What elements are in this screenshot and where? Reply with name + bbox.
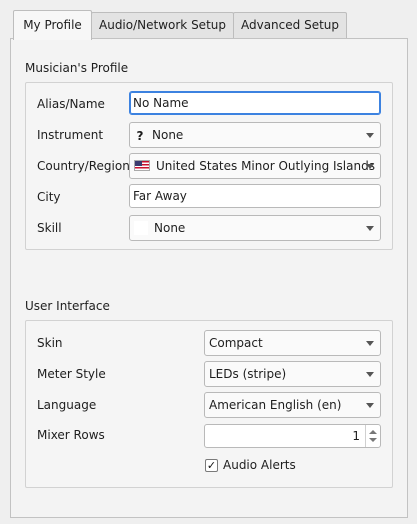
country-value: United States Minor Outlying Islands: [156, 159, 375, 173]
instrument-label: Instrument: [37, 128, 104, 142]
us-flag-icon: [134, 160, 150, 171]
chevron-down-icon: [366, 164, 374, 169]
language-label: Language: [37, 398, 97, 412]
instrument-value: None: [152, 128, 184, 142]
city-input-value: Far Away: [133, 189, 187, 203]
mixer-rows-value: 1: [352, 429, 360, 443]
meter-style-value: LEDs (stripe): [209, 367, 287, 381]
skill-color-icon: [134, 220, 148, 235]
checkmark-icon: ✓: [206, 459, 217, 472]
skill-label: Skill: [37, 221, 62, 235]
tab-bar: My Profile Audio/Network Setup Advanced …: [0, 0, 417, 40]
spin-down-icon[interactable]: [369, 438, 377, 442]
chevron-down-icon: [366, 133, 374, 138]
mixer-rows-spinbox[interactable]: 1: [204, 424, 381, 448]
mixer-rows-label: Mixer Rows: [37, 428, 105, 442]
city-input[interactable]: Far Away: [129, 184, 381, 208]
question-mark-icon: ?: [136, 128, 144, 143]
skill-value: None: [154, 221, 186, 235]
chevron-down-icon: [366, 226, 374, 231]
chevron-down-icon: [366, 403, 374, 408]
alias-input-value: No Name: [133, 96, 189, 110]
tab-advanced-setup[interactable]: Advanced Setup: [233, 12, 347, 38]
alias-input[interactable]: No Name: [129, 91, 381, 115]
chevron-down-icon: [366, 341, 374, 346]
musicians-profile-title: Musician's Profile: [25, 61, 129, 75]
spin-up-icon[interactable]: [369, 430, 377, 434]
tab-my-profile-label: My Profile: [23, 18, 82, 32]
country-dropdown[interactable]: United States Minor Outlying Islands: [129, 153, 381, 179]
tab-panel: Musician's Profile Alias/Name No Name In…: [10, 38, 408, 518]
tab-advanced-setup-label: Advanced Setup: [240, 18, 339, 32]
chevron-down-icon: [366, 372, 374, 377]
spin-buttons[interactable]: [365, 425, 380, 447]
language-value: American English (en): [209, 398, 342, 412]
skin-dropdown[interactable]: Compact: [204, 330, 381, 356]
skin-value: Compact: [209, 336, 263, 350]
skill-dropdown[interactable]: None: [129, 215, 381, 241]
city-label: City: [37, 190, 61, 204]
language-dropdown[interactable]: American English (en): [204, 392, 381, 418]
skin-label: Skin: [37, 336, 63, 350]
audio-alerts-checkbox[interactable]: ✓: [205, 459, 218, 472]
alias-label: Alias/Name: [37, 97, 105, 111]
musicians-profile-group: Alias/Name No Name Instrument ? None Coun…: [25, 82, 393, 250]
tab-my-profile[interactable]: My Profile: [13, 10, 92, 40]
tab-audio-network-setup-label: Audio/Network Setup: [99, 18, 226, 32]
tab-audio-network-setup[interactable]: Audio/Network Setup: [91, 12, 234, 38]
audio-alerts-label[interactable]: Audio Alerts: [223, 457, 296, 473]
user-interface-title: User Interface: [25, 299, 110, 313]
country-label: Country/Region: [37, 159, 130, 173]
user-interface-group: Skin Compact Meter Style LEDs (stripe) L…: [25, 320, 393, 488]
instrument-dropdown[interactable]: ? None: [129, 122, 381, 148]
meter-style-label: Meter Style: [37, 367, 106, 381]
meter-style-dropdown[interactable]: LEDs (stripe): [204, 361, 381, 387]
